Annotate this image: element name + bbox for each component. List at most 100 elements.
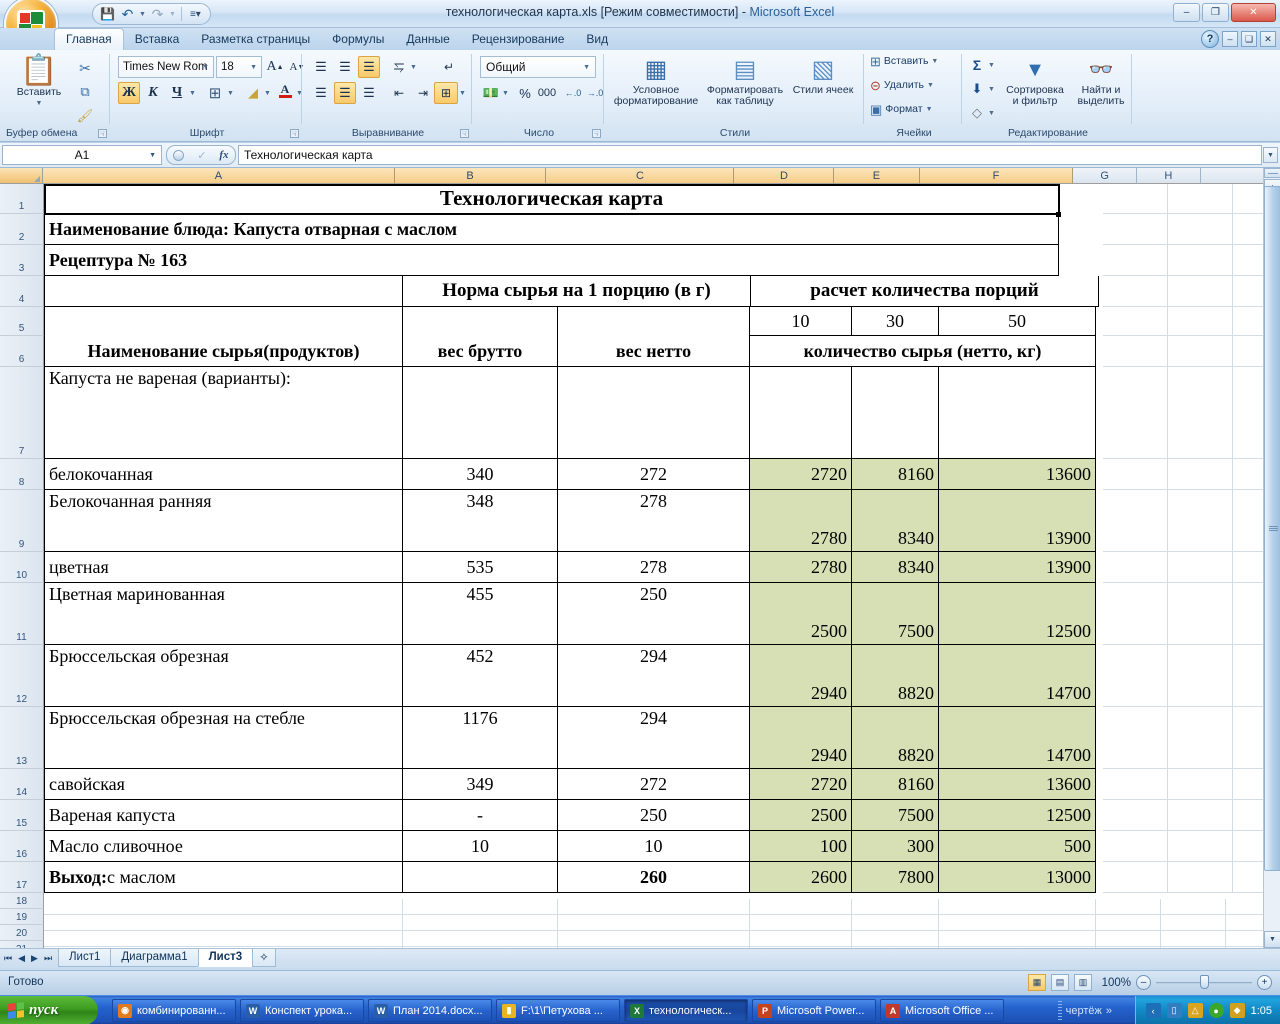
cell-c7[interactable]: [558, 367, 750, 459]
cell-row-net[interactable]: 278: [558, 490, 750, 552]
cell-row-net[interactable]: 272: [558, 769, 750, 800]
cell-row-p50[interactable]: 13900: [939, 552, 1096, 583]
cell-row-p10[interactable]: 2940: [750, 645, 852, 707]
bold-button[interactable]: Ж: [118, 82, 140, 104]
row-header-10[interactable]: 10: [0, 552, 44, 583]
cell-row-name[interactable]: Брюссельская обрезная: [44, 645, 403, 707]
cell-h13[interactable]: [1168, 707, 1233, 769]
italic-button[interactable]: К: [142, 82, 164, 104]
row-header-5[interactable]: 5: [0, 307, 44, 336]
cancel-icon[interactable]: [173, 149, 185, 161]
cell-row-p50[interactable]: 12500: [939, 800, 1096, 831]
cell-g8[interactable]: [1103, 459, 1168, 490]
column-header-e[interactable]: E: [834, 168, 920, 184]
restore-doc-icon[interactable]: ❏: [1241, 31, 1257, 47]
paste-dropdown-icon[interactable]: ▼: [36, 98, 43, 109]
cell-h2[interactable]: [1168, 214, 1233, 245]
taskbar-item-2[interactable]: W План 2014.docx...: [368, 999, 492, 1022]
cell-row-name[interactable]: белокочанная: [44, 459, 403, 490]
select-all-button[interactable]: [0, 168, 44, 184]
zoom-slider[interactable]: [1156, 974, 1252, 991]
cell-h8[interactable]: [1168, 459, 1233, 490]
view-normal-icon[interactable]: ▦: [1028, 974, 1046, 991]
autosum-dropdown-icon[interactable]: ▼: [988, 62, 995, 69]
cell-row-name[interactable]: Брюссельская обрезная на стебле: [44, 707, 403, 769]
row-header-7[interactable]: 7: [0, 367, 44, 459]
split-box[interactable]: [1264, 168, 1280, 178]
delete-cells-dropdown-icon[interactable]: ▼: [927, 80, 934, 91]
close-button[interactable]: ✕: [1231, 3, 1276, 22]
align-left-icon[interactable]: ☰: [310, 82, 332, 104]
cell-h10[interactable]: [1168, 552, 1233, 583]
cell-row-net[interactable]: 10: [558, 831, 750, 862]
underline-dropdown-icon[interactable]: ▼: [189, 90, 196, 97]
cell-styles-button[interactable]: ▧ Стили ячеек: [792, 55, 854, 96]
row-header-18[interactable]: 18: [0, 893, 44, 909]
cell-col-net[interactable]: вес нетто: [558, 336, 750, 367]
cell-c20[interactable]: [558, 931, 750, 947]
row-header-16[interactable]: 16: [0, 831, 44, 862]
currency-icon[interactable]: 💵: [480, 82, 502, 104]
borders-dropdown-icon[interactable]: ▼: [227, 90, 234, 97]
insert-cells-dropdown-icon[interactable]: ▼: [931, 56, 938, 67]
quick-launch-label[interactable]: чертёж: [1066, 1005, 1102, 1017]
cell-header-calc[interactable]: расчет количества порций: [751, 276, 1099, 307]
cell-row-net[interactable]: 250: [558, 583, 750, 645]
cell-b7[interactable]: [403, 367, 558, 459]
cell-e7[interactable]: [852, 367, 939, 459]
cell-row-p10[interactable]: 2940: [750, 707, 852, 769]
cell-title[interactable]: Технологическая карта: [44, 184, 1059, 214]
cell-portions-10[interactable]: 10: [750, 307, 852, 336]
cell-g6[interactable]: [1103, 336, 1168, 367]
cell-row-p50[interactable]: 500: [939, 831, 1096, 862]
column-header-b[interactable]: B: [394, 168, 547, 184]
alignment-dialog-launcher[interactable]: ☟: [460, 129, 469, 138]
expand-formula-bar-icon[interactable]: ▼: [1263, 147, 1278, 163]
cell-output-p10[interactable]: 2600: [750, 862, 852, 893]
fill-down-icon[interactable]: ⬇: [966, 78, 988, 100]
quick-launch-grip[interactable]: [1057, 1001, 1062, 1020]
last-sheet-icon[interactable]: ⏭: [44, 953, 52, 964]
format-cells-dropdown-icon[interactable]: ▼: [926, 104, 933, 115]
cell-g10[interactable]: [1103, 552, 1168, 583]
row-header-8[interactable]: 8: [0, 459, 44, 490]
cell-row-gross[interactable]: 535: [403, 552, 558, 583]
cell-row-net[interactable]: 294: [558, 645, 750, 707]
autosum-icon[interactable]: Σ: [966, 54, 988, 76]
cell-g19[interactable]: [1096, 915, 1161, 931]
cell-row-p50[interactable]: 13900: [939, 490, 1096, 552]
cell-c18[interactable]: [558, 899, 750, 915]
cell-row-gross[interactable]: 455: [403, 583, 558, 645]
help-icon[interactable]: ?: [1201, 30, 1219, 48]
decrease-indent-icon[interactable]: ⇤: [388, 82, 410, 104]
cell-row-p10[interactable]: 2780: [750, 552, 852, 583]
font-dialog-launcher[interactable]: ☟: [290, 129, 299, 138]
sheet-tab-list1[interactable]: Лист1: [58, 949, 112, 967]
tab-page-layout[interactable]: Разметка страницы: [190, 29, 321, 50]
cell-row-p10[interactable]: 100: [750, 831, 852, 862]
cell-row-p30[interactable]: 8820: [852, 707, 939, 769]
align-bottom-icon[interactable]: ☰: [358, 56, 380, 78]
cell-row-name[interactable]: савойская: [44, 769, 403, 800]
copy-icon[interactable]: ⧉: [74, 81, 96, 103]
cell-a19[interactable]: [44, 915, 403, 931]
prev-sheet-icon[interactable]: ◀: [18, 953, 25, 964]
tab-view[interactable]: Вид: [575, 29, 619, 50]
cell-d7[interactable]: [750, 367, 852, 459]
merge-center-dropdown-icon[interactable]: ▼: [459, 90, 466, 97]
cell-row-p10[interactable]: 2500: [750, 800, 852, 831]
cell-g4[interactable]: [1103, 276, 1168, 307]
cell-group-label[interactable]: Капуста не вареная (варианты):: [44, 367, 403, 459]
font-color-button[interactable]: A: [274, 80, 296, 102]
cell-h1[interactable]: [1168, 184, 1233, 214]
cell-c19[interactable]: [558, 915, 750, 931]
cell-row-gross[interactable]: -: [403, 800, 558, 831]
cell-row-gross[interactable]: 452: [403, 645, 558, 707]
cell-h14[interactable]: [1168, 769, 1233, 800]
cell-b20[interactable]: [403, 931, 558, 947]
cell-e20[interactable]: [852, 931, 939, 947]
start-button[interactable]: пуск: [0, 996, 98, 1024]
find-select-button[interactable]: 👓 Найти и выделить: [1072, 55, 1130, 107]
cell-g17[interactable]: [1103, 862, 1168, 893]
cell-c5[interactable]: [558, 307, 750, 336]
